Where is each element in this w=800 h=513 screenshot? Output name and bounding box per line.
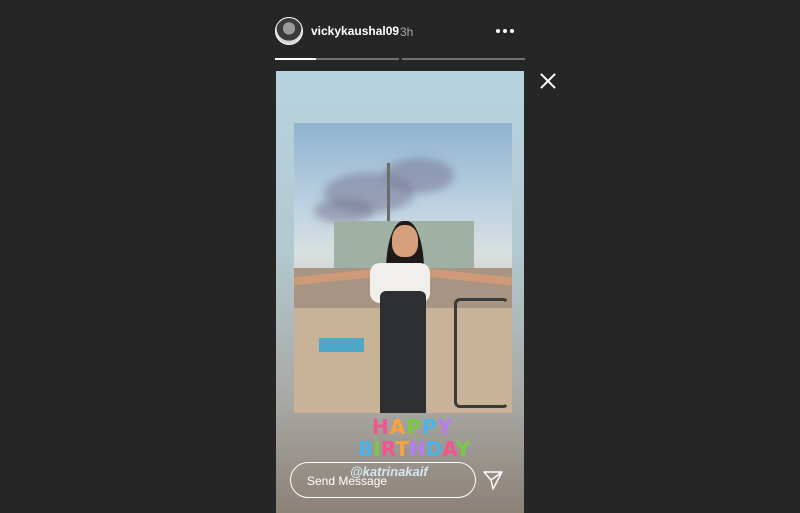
more-options-button[interactable]: [493, 20, 517, 42]
story-progress: [275, 58, 525, 60]
story-viewer: vickykaushal09 3h HAPPY BIRTHDAY @katrin…: [0, 0, 800, 513]
username[interactable]: vickykaushal09: [311, 24, 399, 38]
send-message-input[interactable]: Send Message: [290, 462, 476, 498]
progress-segment: [275, 58, 399, 60]
birthday-sticker-line2: BIRTHDAY: [358, 437, 471, 461]
close-icon[interactable]: [538, 71, 558, 91]
story-media[interactable]: HAPPY BIRTHDAY @katrinakaif: [276, 71, 524, 513]
paper-plane-icon: [483, 471, 503, 490]
more-horizontal-icon: [496, 29, 500, 33]
story-photo: [294, 123, 512, 413]
progress-fill: [275, 58, 316, 60]
post-time: 3h: [400, 25, 414, 39]
avatar[interactable]: [275, 17, 303, 45]
birthday-sticker-line1: HAPPY: [372, 415, 454, 439]
send-button[interactable]: [483, 470, 503, 490]
progress-segment: [401, 58, 525, 60]
story-header: vickykaushal09 3h: [275, 17, 525, 47]
